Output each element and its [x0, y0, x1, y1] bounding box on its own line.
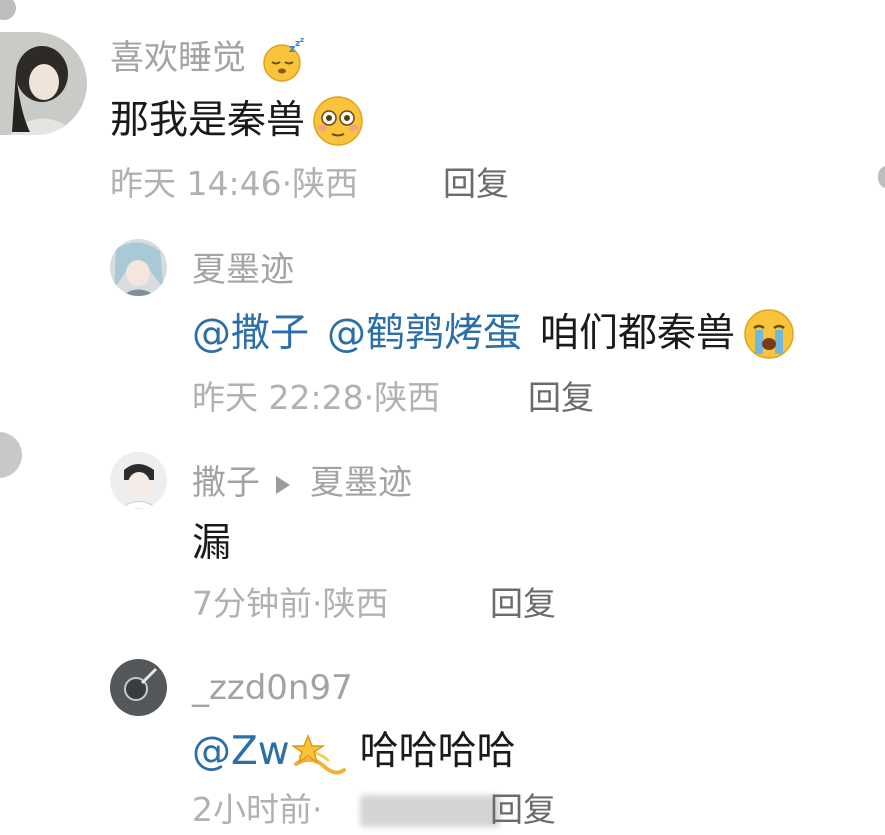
avatar[interactable]	[110, 659, 167, 716]
meta-separator: ·	[312, 790, 323, 829]
meta-separator: ·	[312, 584, 323, 623]
avatar[interactable]	[110, 239, 167, 296]
reply-button[interactable]: 回复	[490, 582, 556, 626]
dizzy-emoji	[291, 733, 346, 775]
sleepy-face-emoji: z z z	[263, 37, 304, 82]
avatar-image	[110, 239, 167, 296]
comment-username: 撒子 夏墨迹	[192, 461, 412, 505]
comment-meta: 7分钟前·陕西	[192, 582, 389, 626]
comment-time: 昨天 14:46	[110, 164, 282, 203]
comment-username[interactable]: 喜欢睡觉 z z z	[110, 36, 307, 83]
edge-fragment-mid-left	[0, 432, 22, 478]
comment-time: 7分钟前	[192, 584, 312, 623]
mention-link[interactable]: @Zw	[192, 726, 290, 778]
flushed-face-emoji	[313, 96, 363, 146]
comment-time: 2小时前	[192, 790, 312, 829]
avatar-image	[0, 32, 87, 135]
edge-fragment-right	[878, 166, 885, 188]
redacted-location	[360, 795, 500, 827]
comment-meta: 昨天 22:28·陕西	[192, 376, 440, 420]
reply-to-name[interactable]: 夏墨迹	[310, 463, 412, 503]
comment-text: @撒子 @鹤鹑烤蛋 咱们都秦兽	[192, 306, 797, 362]
comment-meta: 昨天 14:46·陕西	[110, 162, 358, 206]
mention-link[interactable]: @撒子	[192, 308, 309, 360]
mention-link[interactable]: @鹤鹑烤蛋	[327, 308, 522, 360]
edge-fragment-top-left	[0, 0, 16, 20]
meta-separator: ·	[281, 164, 293, 203]
avatar-image	[110, 659, 167, 716]
comment-text: 漏	[192, 521, 232, 566]
svg-text:z: z	[300, 37, 304, 44]
comment-username[interactable]: 夏墨迹	[192, 248, 294, 292]
avatar-image	[110, 452, 167, 509]
comment-text: 那我是秦兽	[110, 94, 365, 148]
avatar[interactable]	[110, 452, 167, 509]
reply-arrow-icon	[276, 475, 290, 494]
loudly-crying-face-emoji	[744, 309, 794, 359]
comment-location: 陕西	[292, 164, 359, 203]
comment-text: @Zw 哈哈哈哈	[192, 724, 516, 780]
reply-button[interactable]: 回复	[443, 162, 509, 206]
comment-location: 陕西	[322, 584, 389, 623]
comment-time: 昨天 22:28	[192, 378, 364, 417]
reply-button[interactable]: 回复	[528, 376, 594, 420]
comment-meta: 2小时前·	[192, 788, 323, 832]
avatar[interactable]	[0, 32, 87, 135]
reply-button[interactable]: 回复	[490, 788, 556, 832]
comment-location: 陕西	[374, 378, 441, 417]
comment-username[interactable]: _zzd0n97	[192, 666, 353, 710]
commenter-name[interactable]: 撒子	[192, 463, 260, 503]
meta-separator: ·	[363, 378, 375, 417]
